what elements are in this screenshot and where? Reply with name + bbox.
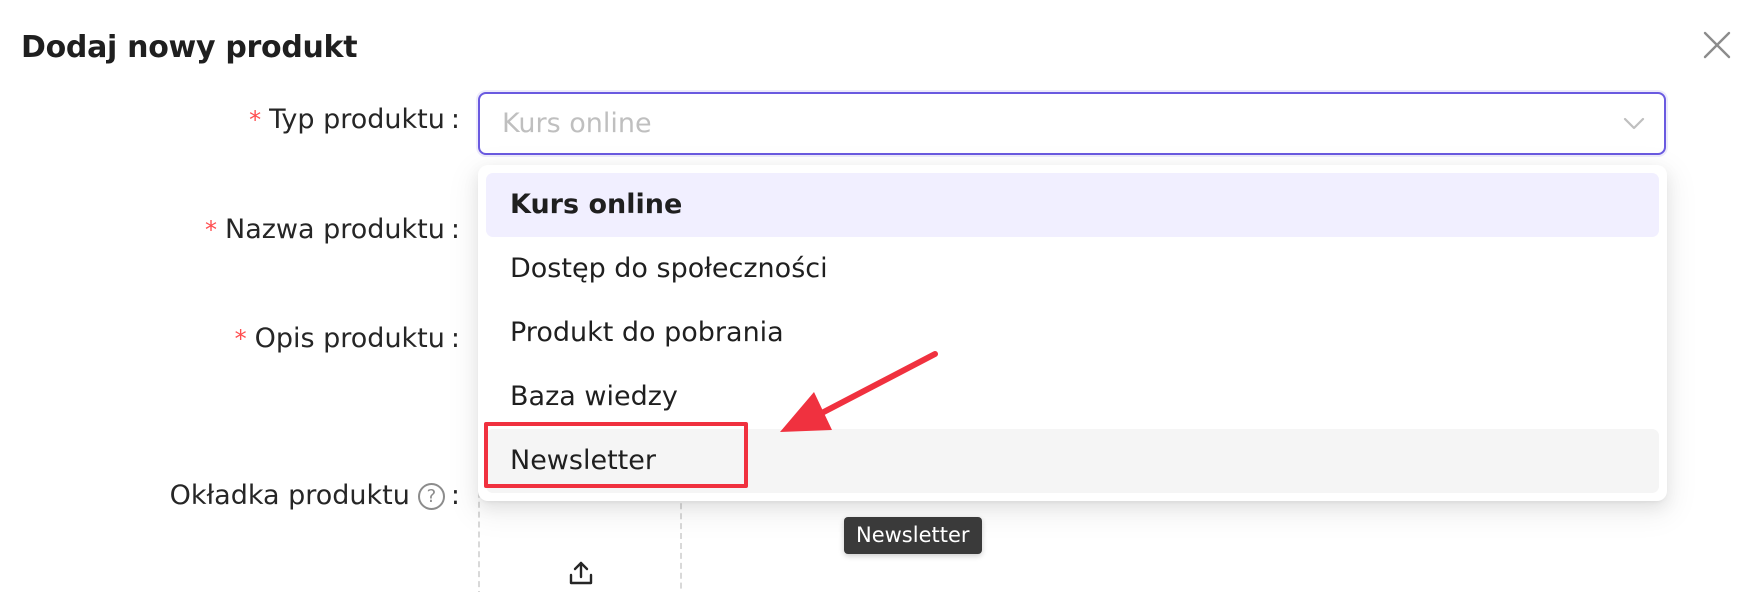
dropdown-option-baza-wiedzy[interactable]: Baza wiedzy (486, 365, 1659, 429)
required-mark: * (205, 216, 217, 244)
product-name-label: * Nazwa produktu: (205, 214, 460, 245)
dropdown-option-dostep-do-spolecznosci[interactable]: Dostęp do społeczności (486, 237, 1659, 301)
dropdown-option-kurs-online[interactable]: Kurs online (486, 173, 1659, 237)
product-description-label-text: Opis produktu (254, 323, 445, 354)
dropdown-option-produkt-do-pobrania[interactable]: Produkt do pobrania (486, 301, 1659, 365)
label-colon: : (450, 480, 460, 511)
upload-icon (569, 561, 593, 585)
product-type-label: * Typ produktu: (249, 104, 460, 135)
required-mark: * (249, 106, 262, 134)
product-cover-label-text: Okładka produktu (169, 480, 410, 511)
label-colon: : (450, 104, 460, 135)
newsletter-tooltip: Newsletter (844, 517, 982, 554)
close-button[interactable] (1700, 28, 1734, 62)
cover-upload-area[interactable] (478, 487, 682, 592)
label-colon: : (450, 214, 460, 245)
chevron-down-icon (1623, 117, 1645, 130)
product-cover-label: Okładka produktu?: (170, 480, 460, 511)
product-name-label-text: Nazwa produktu (225, 214, 445, 245)
required-mark: * (234, 325, 247, 353)
close-icon (1703, 31, 1731, 59)
product-type-placeholder: Kurs online (502, 108, 652, 139)
question-circle-icon[interactable]: ? (417, 483, 445, 510)
add-product-modal: Dodaj nowy produkt * Typ produktu: Kurs o… (0, 0, 1762, 592)
label-colon: : (450, 323, 460, 354)
product-type-select[interactable]: Kurs online (478, 92, 1666, 155)
product-description-label: * Opis produktu: (235, 323, 460, 354)
modal-title: Dodaj nowy produkt (21, 30, 358, 65)
annotation-highlight-box (484, 422, 748, 488)
product-type-label-text: Typ produktu (269, 104, 445, 135)
annotation-arrow-icon (780, 351, 938, 432)
